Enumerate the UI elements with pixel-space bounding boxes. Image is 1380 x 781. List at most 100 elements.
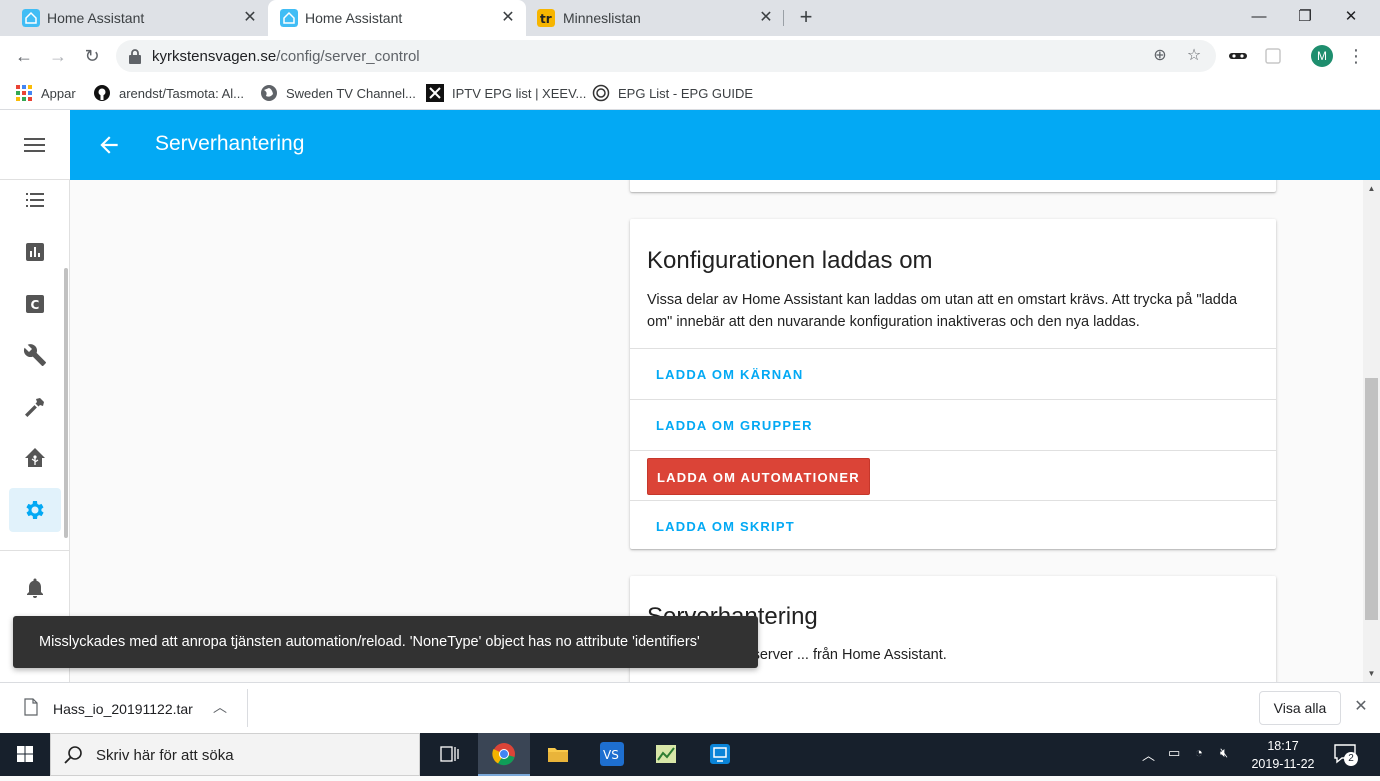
extension-mask-icon[interactable] bbox=[1227, 45, 1249, 67]
close-download-bar-icon[interactable]: ✕ bbox=[1351, 697, 1371, 717]
bookmark-label: arendst/Tasmota: Al... bbox=[119, 86, 244, 101]
sidebar: C bbox=[0, 180, 70, 682]
bookmark-iptv-epg[interactable]: IPTV EPG list | XEEV... bbox=[426, 82, 586, 104]
app-header: Serverhantering bbox=[70, 110, 1380, 180]
action-row: LADDA OM GRUPPER bbox=[630, 399, 1276, 450]
minimize-button[interactable]: — bbox=[1236, 0, 1282, 36]
svg-text:tr: tr bbox=[540, 12, 552, 26]
url-path: /config/server_control bbox=[276, 48, 419, 65]
action-center-button[interactable]: 2 bbox=[1334, 744, 1356, 764]
sidebar-item-history[interactable] bbox=[9, 230, 61, 274]
sidebar-item-logbook[interactable] bbox=[9, 178, 61, 222]
url-domain: kyrkstensvagen.se bbox=[152, 48, 276, 65]
home-assistant-icon bbox=[22, 9, 40, 27]
reload-core-button[interactable]: LADDA OM KÄRNAN bbox=[647, 356, 813, 393]
bookmark-label: Appar bbox=[41, 86, 76, 101]
tab-close-icon[interactable]: ✕ bbox=[498, 8, 518, 28]
error-toast: Misslyckades med att anropa tjänsten aut… bbox=[13, 616, 758, 668]
taskbar-vscode[interactable]: VS bbox=[586, 733, 638, 776]
action-row: LADDA OM KÄRNAN bbox=[630, 348, 1276, 399]
sidebar-item-home[interactable] bbox=[9, 436, 61, 480]
bookmark-label: IPTV EPG list | XEEV... bbox=[452, 86, 586, 101]
close-window-button[interactable]: ✕ bbox=[1328, 0, 1374, 36]
taskbar-file-explorer[interactable] bbox=[532, 733, 584, 776]
maximize-button[interactable]: ❐ bbox=[1282, 0, 1328, 36]
reload-config-card: Konfigurationen laddas om Vissa delar av… bbox=[630, 219, 1276, 549]
chrome-icon bbox=[492, 742, 516, 766]
star-icon[interactable]: ☆ bbox=[1184, 46, 1204, 66]
bookmarks-bar: Appar arendst/Tasmota: Al... Sweden TV C… bbox=[0, 76, 1380, 110]
wifi-icon[interactable]: ◔ bbox=[1195, 745, 1203, 760]
sidebar-item-notifications[interactable] bbox=[9, 566, 61, 610]
clock-time: 18:17 bbox=[1246, 737, 1320, 755]
sidebar-item-hacs[interactable]: C bbox=[9, 282, 61, 326]
forward-arrow-icon[interactable]: → bbox=[46, 44, 70, 68]
taskbar-search[interactable]: Skriv här för att söka bbox=[50, 733, 420, 776]
system-clock[interactable]: 18:17 2019-11-22 bbox=[1246, 737, 1320, 773]
page-scrollbar[interactable]: ▲ ▼ bbox=[1363, 180, 1380, 682]
tab-title: Minneslistan bbox=[563, 10, 641, 26]
chart-icon bbox=[23, 240, 47, 264]
sidebar-item-configuration[interactable] bbox=[9, 488, 61, 532]
bookmark-sweden-tv[interactable]: Sweden TV Channel... bbox=[260, 82, 416, 104]
browser-tab-1[interactable]: Home Assistant ✕ bbox=[0, 0, 268, 36]
sidebar-item-developer-tools[interactable] bbox=[9, 333, 61, 377]
windows-taskbar: Skriv här för att söka VS ︿ ▭ ◔ 🔇︎ 18:17… bbox=[0, 733, 1380, 776]
chevron-up-icon[interactable]: ︿ bbox=[213, 697, 227, 717]
card-description: Vissa delar av Home Assistant kan laddas… bbox=[647, 289, 1247, 333]
back-arrow-icon[interactable]: ← bbox=[12, 44, 36, 68]
browser-tab-2[interactable]: Home Assistant ✕ bbox=[268, 0, 526, 36]
new-tab-button[interactable]: + bbox=[794, 6, 818, 30]
download-bar: Hass_io_20191122.tar ︿ Visa alla ✕ bbox=[0, 682, 1380, 733]
download-filename[interactable]: Hass_io_20191122.tar bbox=[53, 701, 193, 717]
reload-groups-button[interactable]: LADDA OM GRUPPER bbox=[647, 407, 822, 444]
home-assistant-icon bbox=[23, 446, 47, 470]
add-icon[interactable]: ⊕ bbox=[1150, 46, 1170, 66]
wrench-icon bbox=[23, 343, 47, 367]
notification-count: 2 bbox=[1344, 752, 1358, 766]
bell-icon bbox=[23, 576, 47, 600]
svg-text:C: C bbox=[31, 298, 40, 312]
bookmark-apps[interactable]: Appar bbox=[15, 82, 76, 104]
tab-close-icon[interactable]: ✕ bbox=[240, 8, 260, 28]
taskbar-app-remote[interactable] bbox=[694, 733, 746, 776]
extension-box-icon[interactable] bbox=[1262, 45, 1284, 67]
reload-icon[interactable]: ↻ bbox=[80, 44, 104, 68]
sidebar-scrollbar[interactable] bbox=[64, 268, 68, 538]
tab-title: Home Assistant bbox=[47, 10, 144, 26]
taskbar-chrome[interactable] bbox=[478, 733, 530, 776]
scroll-down-icon[interactable]: ▼ bbox=[1363, 665, 1380, 682]
volume-muted-icon[interactable]: 🔇︎ bbox=[1220, 745, 1228, 761]
profile-avatar[interactable]: M bbox=[1311, 45, 1333, 67]
tab-close-icon[interactable]: ✕ bbox=[756, 8, 776, 28]
show-all-downloads-button[interactable]: Visa alla bbox=[1259, 691, 1341, 725]
back-arrow-icon[interactable] bbox=[96, 132, 122, 158]
tab-strip: Home Assistant ✕ Home Assistant ✕ tr Min… bbox=[0, 0, 1380, 36]
task-view-icon bbox=[438, 742, 462, 766]
download-separator bbox=[247, 689, 248, 727]
gear-icon bbox=[23, 498, 47, 522]
reload-scripts-button[interactable]: LADDA OM SKRIPT bbox=[647, 508, 804, 545]
sidebar-divider bbox=[0, 550, 70, 551]
browser-tab-3[interactable]: tr Minneslistan ✕ bbox=[526, 0, 784, 36]
task-view-button[interactable] bbox=[424, 733, 476, 776]
scroll-up-icon[interactable]: ▲ bbox=[1363, 180, 1380, 197]
scrollbar-thumb[interactable] bbox=[1365, 378, 1378, 620]
remote-desktop-icon bbox=[708, 742, 732, 766]
chevron-up-tray-icon[interactable]: ︿ bbox=[1142, 745, 1155, 764]
search-placeholder: Skriv här för att söka bbox=[96, 747, 234, 764]
previous-card bbox=[630, 180, 1276, 192]
taskbar-app-chart[interactable] bbox=[640, 733, 692, 776]
hamburger-icon bbox=[24, 138, 45, 152]
battery-icon[interactable]: ▭ bbox=[1168, 745, 1180, 761]
sidebar-menu-button[interactable] bbox=[0, 110, 70, 180]
bookmark-epg-guide[interactable]: EPG List - EPG GUIDE bbox=[592, 82, 753, 104]
reload-automations-button[interactable]: LADDA OM AUTOMATIONER bbox=[647, 458, 870, 495]
action-row: LADDA OM SKRIPT bbox=[630, 500, 1276, 551]
sidebar-item-supervisor[interactable] bbox=[9, 385, 61, 429]
kebab-menu-icon[interactable]: ⋮ bbox=[1344, 44, 1368, 68]
address-bar[interactable]: kyrkstensvagen.se/config/server_control … bbox=[116, 40, 1216, 72]
start-button[interactable] bbox=[0, 733, 50, 776]
bookmark-tasmota[interactable]: arendst/Tasmota: Al... bbox=[93, 82, 244, 104]
url-text: kyrkstensvagen.se/config/server_control bbox=[152, 48, 420, 65]
